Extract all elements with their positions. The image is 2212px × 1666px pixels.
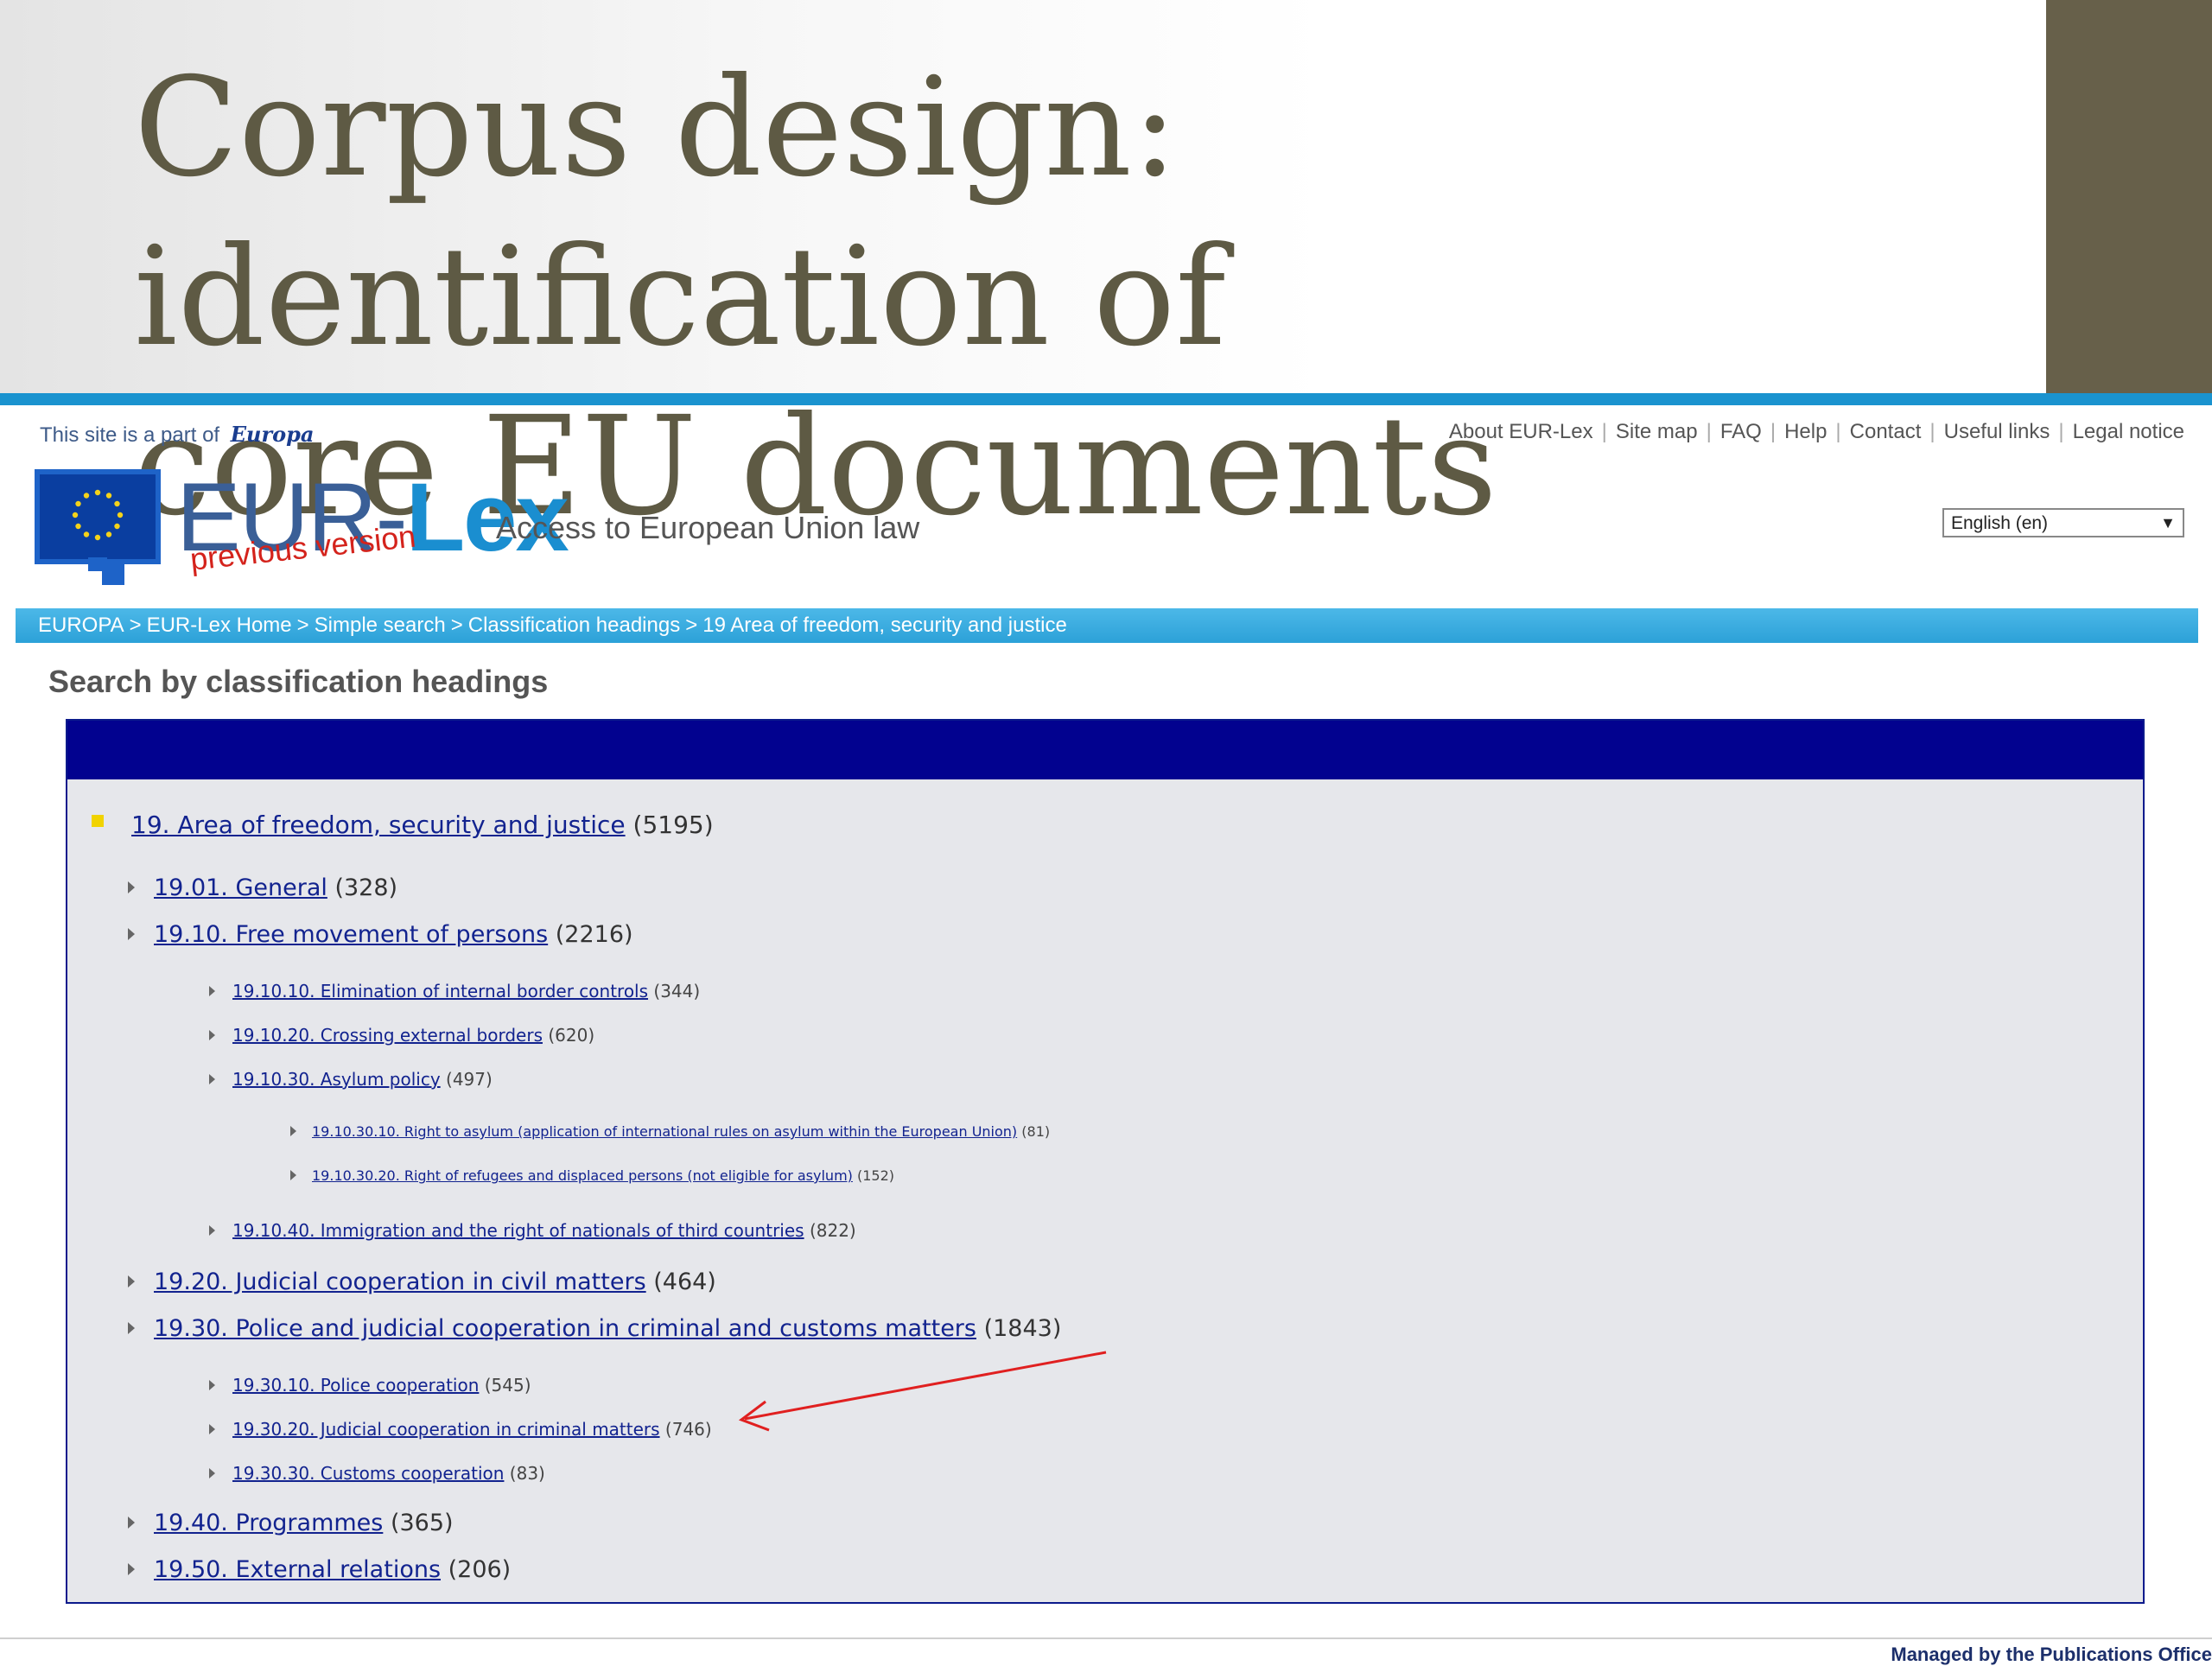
footer-managed-by: Managed by the Publications Office [1891,1644,2212,1665]
annotation-arrow-icon [738,1351,1107,1432]
annotation-arrow-line [744,1351,1107,1421]
footer-divider [0,1637,2212,1639]
